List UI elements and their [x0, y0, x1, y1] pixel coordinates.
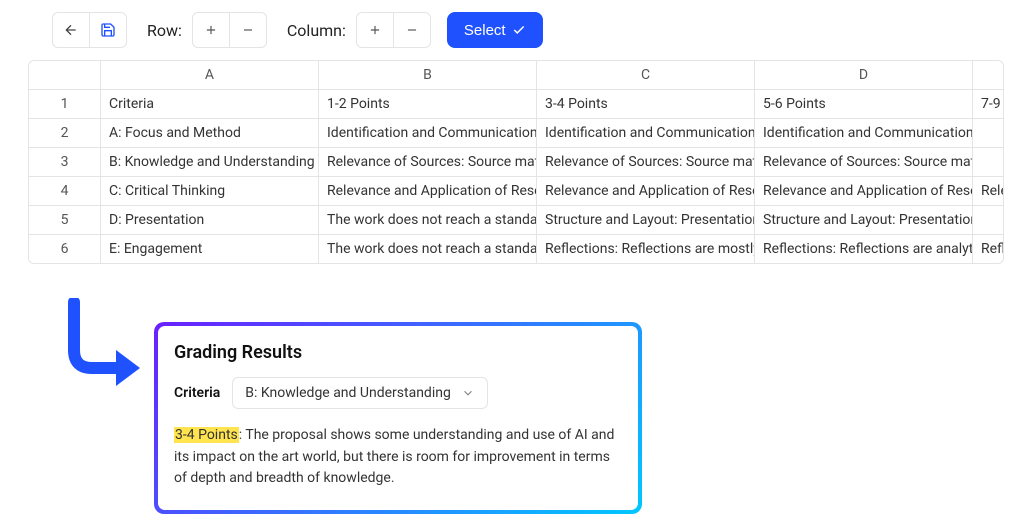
- cell[interactable]: Relevance of Sources: Source material: [537, 148, 755, 176]
- back-button[interactable]: [52, 12, 90, 48]
- cell[interactable]: [973, 148, 1004, 176]
- cell[interactable]: 7-9 Points: [973, 90, 1004, 118]
- cell[interactable]: Reflections: [973, 235, 1004, 263]
- result-text: : The proposal shows some understanding …: [174, 427, 614, 486]
- cell[interactable]: A: Focus and Method: [101, 119, 319, 147]
- row-label: Row:: [147, 21, 182, 40]
- cell[interactable]: Relevance and Application of Research: [319, 177, 537, 205]
- arrow-left-icon: [63, 22, 79, 38]
- cell[interactable]: Criteria: [101, 90, 319, 118]
- cell[interactable]: B: Knowledge and Understanding: [101, 148, 319, 176]
- cell[interactable]: Identification and Communication:: [537, 119, 755, 147]
- cell[interactable]: Relevance and Application of Research: [755, 177, 973, 205]
- cell[interactable]: 3-4 Points: [537, 90, 755, 118]
- cell[interactable]: D: Presentation: [101, 206, 319, 234]
- cell[interactable]: Relevance and Application of Research: [537, 177, 755, 205]
- criteria-select[interactable]: B: Knowledge and Understanding: [232, 377, 488, 409]
- save-icon: [100, 22, 116, 38]
- column-header[interactable]: C: [537, 61, 755, 89]
- result-title: Grading Results: [174, 342, 622, 363]
- chevron-down-icon: [461, 386, 475, 400]
- criteria-select-value: B: Knowledge and Understanding: [245, 385, 451, 401]
- column-header[interactable]: [973, 61, 1004, 89]
- grading-results-card: Grading Results Criteria B: Knowledge an…: [154, 322, 642, 514]
- arrow-down-right-icon: [56, 298, 144, 398]
- cell[interactable]: Structure and Layout: Presentation: [537, 206, 755, 234]
- minus-icon: [405, 23, 419, 37]
- column-add-button[interactable]: [356, 12, 394, 48]
- check-icon: [512, 23, 526, 37]
- select-button[interactable]: Select: [447, 12, 543, 48]
- row-header[interactable]: 5: [29, 206, 101, 234]
- cell[interactable]: C: Critical Thinking: [101, 177, 319, 205]
- save-button[interactable]: [89, 12, 127, 48]
- row-remove-button[interactable]: [229, 12, 267, 48]
- column-header[interactable]: B: [319, 61, 537, 89]
- column-header[interactable]: A: [101, 61, 319, 89]
- row-header[interactable]: 4: [29, 177, 101, 205]
- column-label: Column:: [287, 21, 346, 40]
- column-remove-button[interactable]: [393, 12, 431, 48]
- criteria-label: Criteria: [174, 385, 220, 401]
- result-description: 3-4 Points: The proposal shows some unde…: [174, 425, 622, 490]
- cell[interactable]: Reflections: Reflections are analytical: [755, 235, 973, 263]
- cell[interactable]: The work does not reach a standard: [319, 206, 537, 234]
- cell[interactable]: Identification and Communication:: [755, 119, 973, 147]
- spreadsheet[interactable]: A B C D 1Criteria1-2 Points3-4 Points5-6…: [28, 60, 1004, 264]
- cell[interactable]: E: Engagement: [101, 235, 319, 263]
- cell[interactable]: [973, 119, 1004, 147]
- cell[interactable]: Structure and Layout: Presentation: [755, 206, 973, 234]
- select-button-label: Select: [464, 22, 506, 39]
- cell[interactable]: The work does not reach a standard: [319, 235, 537, 263]
- corner-cell: [29, 61, 101, 89]
- cell[interactable]: Identification and Communication:: [319, 119, 537, 147]
- toolbar: Row: Column: Select: [0, 0, 1024, 60]
- row-add-button[interactable]: [192, 12, 230, 48]
- minus-icon: [241, 23, 255, 37]
- column-header-row: A B C D: [29, 61, 1003, 90]
- cell[interactable]: 5-6 Points: [755, 90, 973, 118]
- cell[interactable]: 1-2 Points: [319, 90, 537, 118]
- row-header[interactable]: 1: [29, 90, 101, 118]
- points-highlight: 3-4 Points: [174, 427, 239, 443]
- row-header[interactable]: 2: [29, 119, 101, 147]
- plus-icon: [368, 23, 382, 37]
- cell[interactable]: Relevance: [973, 177, 1004, 205]
- column-header[interactable]: D: [755, 61, 973, 89]
- cell[interactable]: [973, 206, 1004, 234]
- cell[interactable]: Relevance of Sources: Source material: [319, 148, 537, 176]
- cell[interactable]: Relevance of Sources: Source material: [755, 148, 973, 176]
- cell[interactable]: Reflections: Reflections are mostly: [537, 235, 755, 263]
- plus-icon: [204, 23, 218, 37]
- row-header[interactable]: 6: [29, 235, 101, 263]
- row-header[interactable]: 3: [29, 148, 101, 176]
